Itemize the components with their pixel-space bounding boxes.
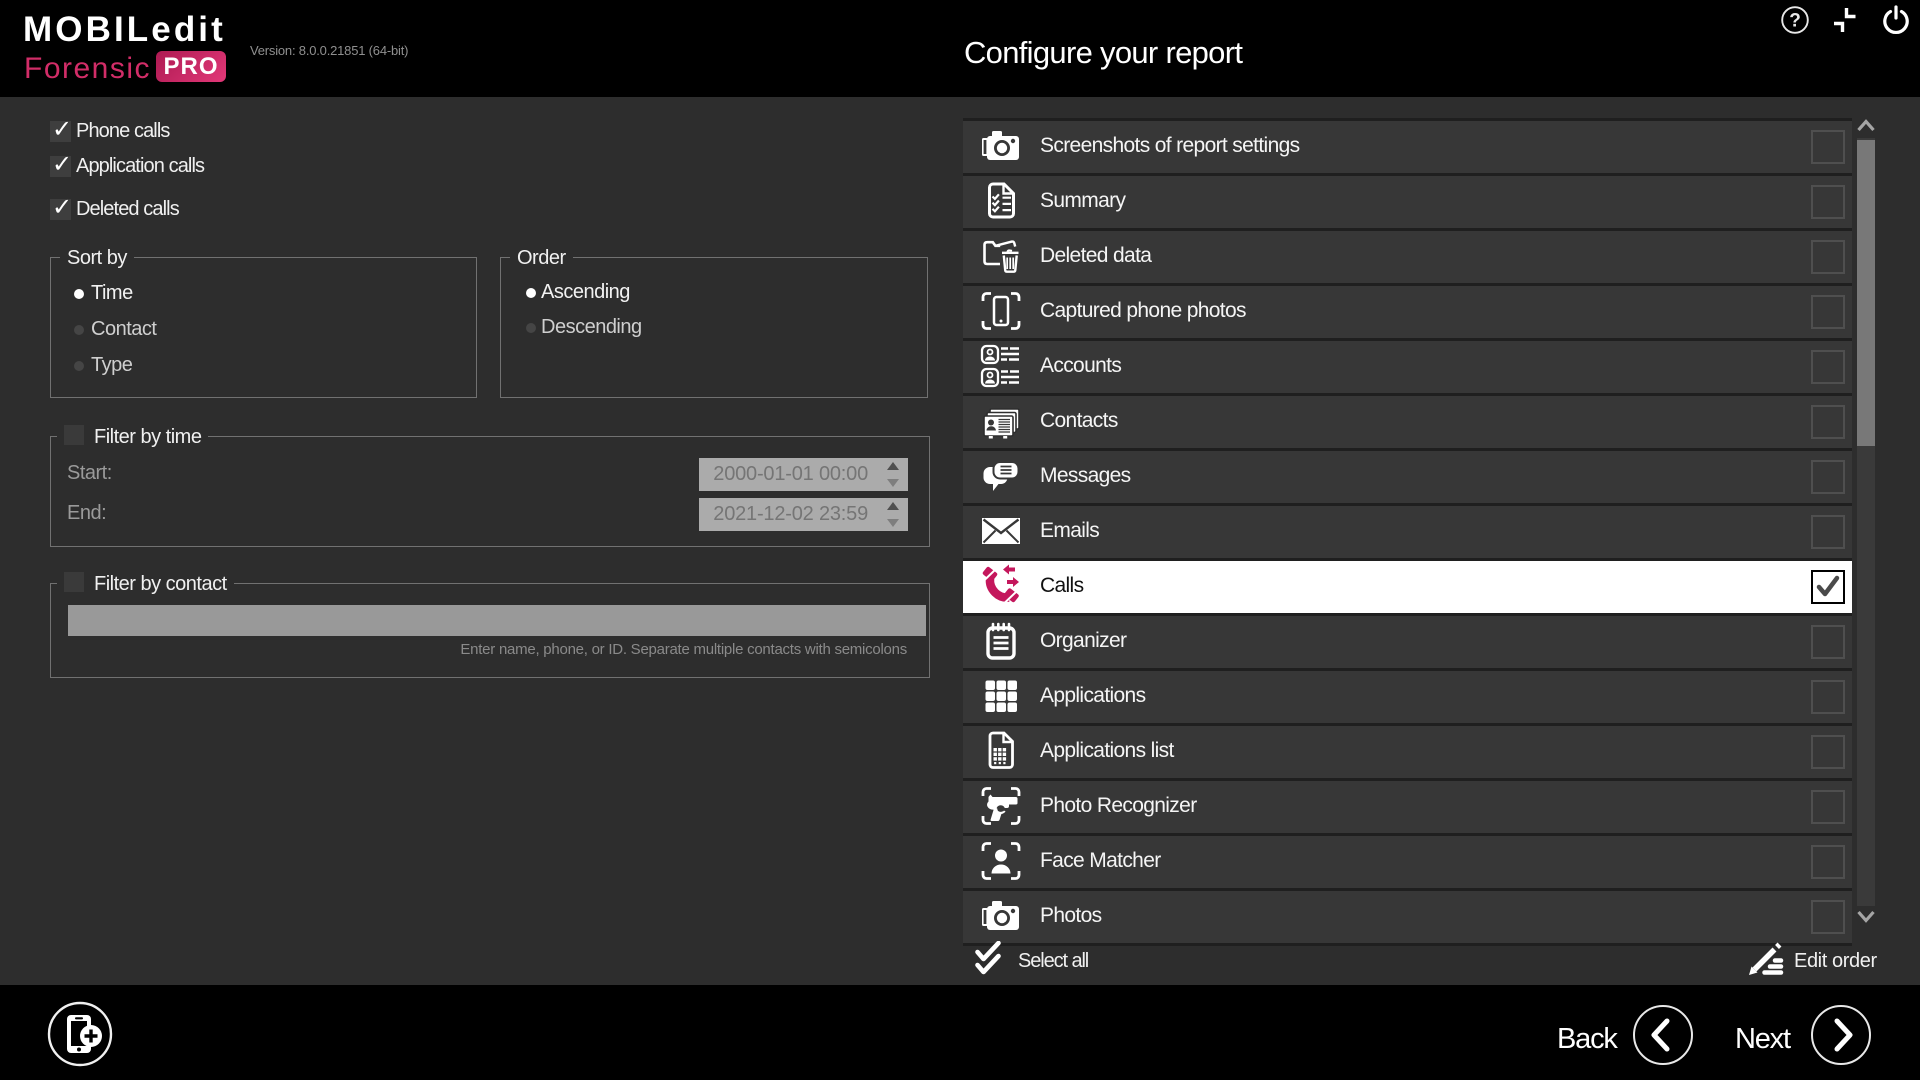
svg-text:?: ? [1789,11,1801,32]
